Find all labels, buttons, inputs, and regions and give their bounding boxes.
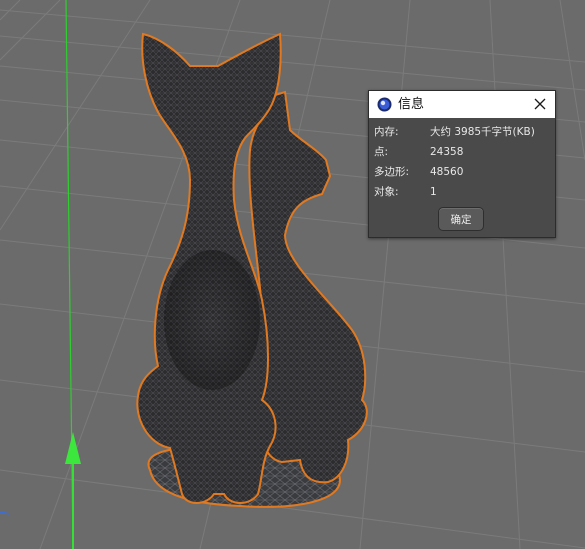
- info-value: 大约 3985千字节(KB): [430, 126, 535, 138]
- x-axis-stub: [0, 511, 11, 515]
- info-dialog: 信息 内存: 大约 3985千字节(KB) 点: 24358 多边形: 4856…: [368, 90, 556, 238]
- y-axis-gizmo-arrow: [65, 432, 81, 549]
- info-value: 24358: [430, 146, 464, 158]
- dialog-title: 信息: [398, 97, 425, 112]
- info-value: 1: [430, 186, 437, 198]
- info-label: 对象:: [374, 186, 399, 198]
- info-label: 内存:: [374, 126, 399, 138]
- ok-button[interactable]: 确定: [438, 207, 484, 231]
- 3d-viewport[interactable]: 信息 内存: 大约 3985千字节(KB) 点: 24358 多边形: 4856…: [0, 0, 585, 549]
- cinema4d-logo-icon: [377, 97, 392, 112]
- dialog-titlebar[interactable]: 信息: [369, 91, 555, 118]
- viewport-scene[interactable]: [0, 0, 585, 549]
- info-value: 48560: [430, 166, 464, 178]
- info-label: 点:: [374, 146, 389, 158]
- close-icon[interactable]: [529, 93, 551, 115]
- info-label: 多边形:: [374, 166, 410, 178]
